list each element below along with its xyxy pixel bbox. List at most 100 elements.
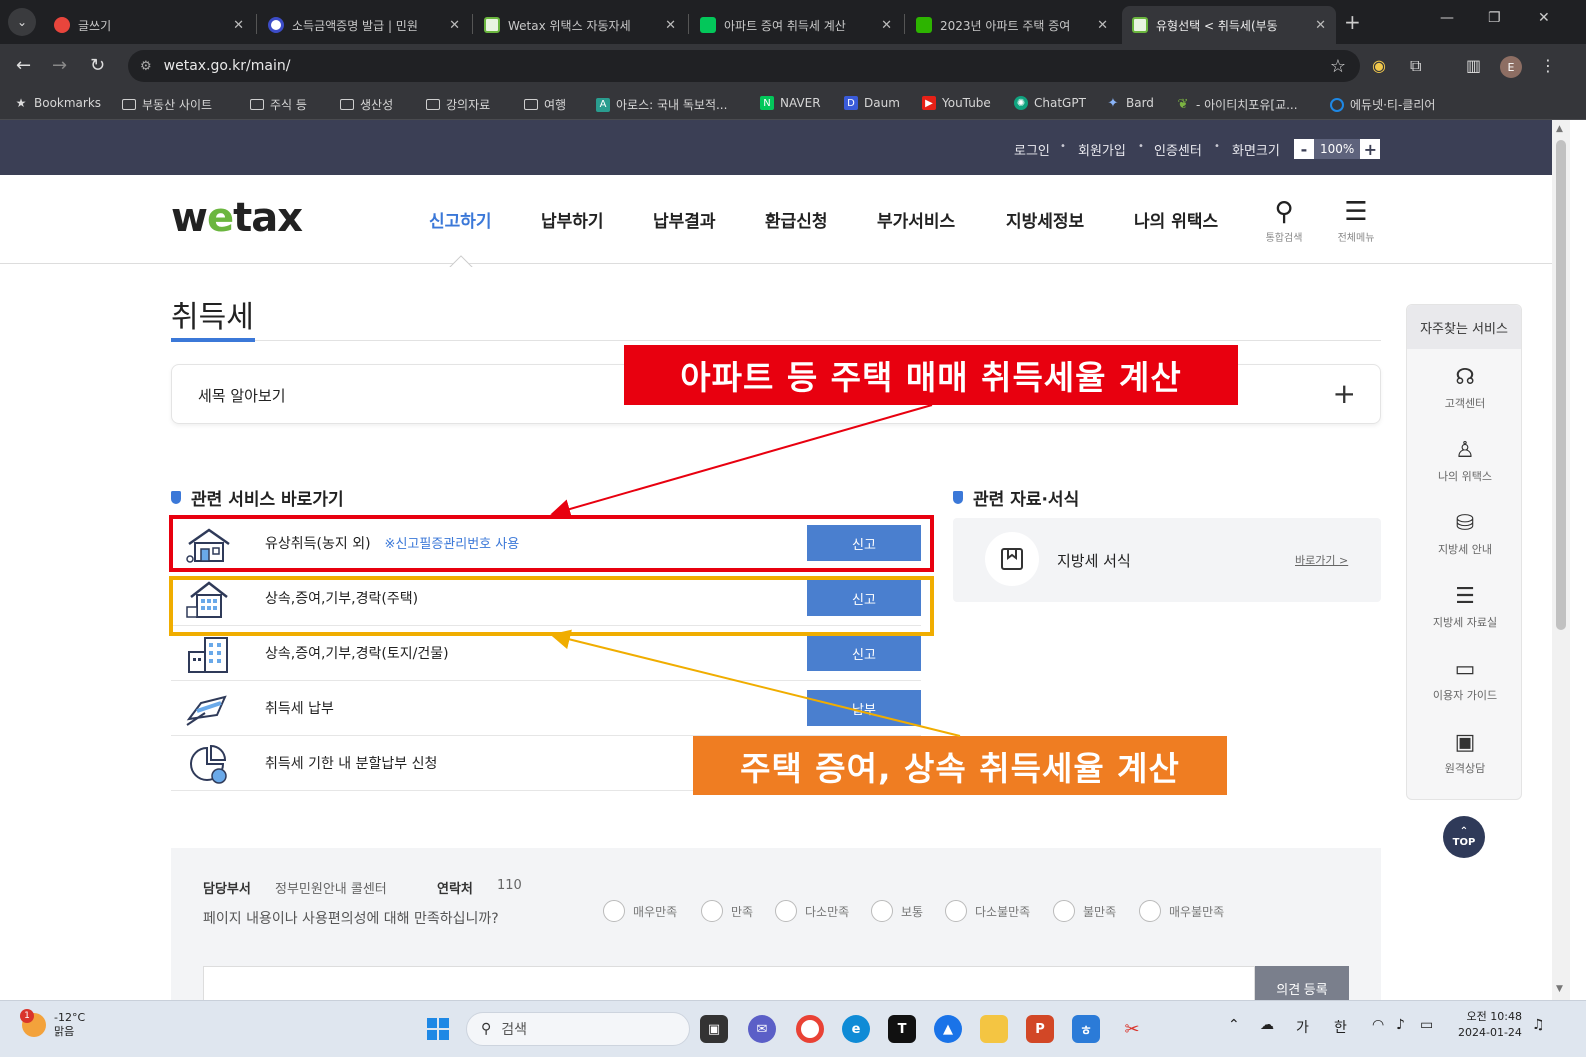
quick-local-tax-guide[interactable]: ⛁ 지방세 안내 <box>1407 511 1523 557</box>
app-a-icon[interactable]: ▲ <box>934 1015 962 1043</box>
bookmark-item[interactable]: ✦ Bard <box>1106 96 1154 111</box>
restore-icon[interactable]: ❐ <box>1488 10 1501 26</box>
scrollbar-thumb[interactable] <box>1556 140 1566 630</box>
extensions-puzzle-icon[interactable]: ⧉ <box>1410 56 1421 76</box>
site-info-icon[interactable]: ⚙ <box>140 59 152 74</box>
bookmark-item[interactable]: ★ Bookmarks <box>14 96 101 110</box>
nav-refund[interactable]: 환급신청 <box>765 207 828 232</box>
windows-start-icon[interactable] <box>424 1015 452 1043</box>
browser-tab[interactable]: 아파트 증여 취득세 계산 ✕ <box>690 6 902 44</box>
plus-icon[interactable]: + <box>1333 377 1356 410</box>
back-arrow-icon[interactable]: ← <box>16 55 31 76</box>
feedback-textarea[interactable] <box>203 966 1255 1000</box>
close-icon[interactable]: ✕ <box>449 18 460 33</box>
nav-extra-services[interactable]: 부가서비스 <box>877 207 955 232</box>
task-view-icon[interactable]: ▣ <box>700 1015 728 1043</box>
quick-remote-consult[interactable]: ▣ 원격상담 <box>1407 730 1523 776</box>
nav-report[interactable]: 신고하기 <box>429 207 492 232</box>
radio-somewhat-satisfied[interactable]: 다소만족 <box>775 900 849 922</box>
bookmark-item[interactable]: ✺ ChatGPT <box>1014 96 1086 110</box>
zoom-out-button[interactable]: - <box>1294 139 1314 159</box>
scroll-top-button[interactable]: ⌃ TOP <box>1443 816 1485 858</box>
taskbar-search-box[interactable]: ⚲ 검색 <box>466 1012 690 1046</box>
weather-widget[interactable]: 1 -12°C 맑음 <box>20 1009 85 1039</box>
submit-feedback-button[interactable]: 의견 등록 <box>1255 966 1349 1000</box>
goto-link[interactable]: 바로가기 > <box>1295 552 1348 568</box>
radio-somewhat-dissatisfied[interactable]: 다소불만족 <box>945 900 1030 922</box>
system-clock[interactable]: 오전 10:48 2024-01-24 <box>1458 1009 1522 1041</box>
powerpoint-icon[interactable]: P <box>1026 1015 1054 1043</box>
close-icon[interactable]: ✕ <box>1097 18 1108 33</box>
bookmark-item[interactable]: ❦ - 아이티치포유[교... <box>1176 96 1298 113</box>
scroll-down-icon[interactable]: ▼ <box>1556 984 1563 994</box>
teams-chat-icon[interactable]: ✉ <box>748 1015 776 1043</box>
radio-neutral[interactable]: 보통 <box>871 900 923 922</box>
quick-customer-center[interactable]: ☊ 고객센터 <box>1407 365 1523 411</box>
hangul-word-icon[interactable]: ㅎ <box>1072 1015 1100 1043</box>
radio-very-satisfied[interactable]: 매우만족 <box>603 900 677 922</box>
radio-dissatisfied[interactable]: 불만족 <box>1053 900 1116 922</box>
edge-icon[interactable]: e <box>842 1015 870 1043</box>
browser-tab[interactable]: 글쓰기 ✕ <box>44 6 254 44</box>
kebab-menu-icon[interactable]: ⋮ <box>1540 56 1556 75</box>
typora-icon[interactable]: T <box>888 1015 916 1043</box>
address-bar[interactable]: ⚙ wetax.go.kr/main/ ☆ <box>128 50 1360 82</box>
battery-icon[interactable]: ▭ <box>1420 1017 1433 1033</box>
browser-tab[interactable]: 2023년 아파트 주택 증여 ✕ <box>906 6 1118 44</box>
nav-my-wetax[interactable]: 나의 위택스 <box>1134 207 1218 232</box>
bookmark-item[interactable]: A 아로스: 국내 독보적... <box>596 96 727 113</box>
radio-very-dissatisfied[interactable]: 매우불만족 <box>1139 900 1224 922</box>
window-close-icon[interactable]: ✕ <box>1538 10 1550 26</box>
ime-language[interactable]: 한 <box>1334 1017 1347 1037</box>
bookmark-folder[interactable]: 여행 <box>524 96 566 113</box>
all-menu-button[interactable]: ☰ 전체메뉴 <box>1326 197 1386 244</box>
extension-icon[interactable]: ◉ <box>1372 56 1386 75</box>
search-button[interactable]: ⚲ 통합검색 <box>1254 197 1314 244</box>
bookmark-item[interactable]: D Daum <box>844 96 900 110</box>
new-tab-button[interactable]: + <box>1344 10 1361 34</box>
report-button[interactable]: 신고 <box>807 635 921 671</box>
profile-avatar[interactable]: E <box>1500 56 1522 78</box>
notification-bell-icon[interactable]: ♫ <box>1532 1017 1545 1033</box>
bookmark-folder[interactable]: 강의자료 <box>426 96 490 113</box>
scroll-up-icon[interactable]: ▲ <box>1556 124 1563 134</box>
nav-pay[interactable]: 납부하기 <box>541 207 604 232</box>
page-scrollbar[interactable]: ▲ ▼ <box>1552 120 1570 1000</box>
close-icon[interactable]: ✕ <box>233 18 244 33</box>
bookmark-item[interactable]: N NAVER <box>760 96 821 110</box>
quick-local-tax-library[interactable]: ☰ 지방세 자료실 <box>1407 584 1523 630</box>
file-explorer-icon[interactable] <box>980 1015 1008 1043</box>
tray-chevron-icon[interactable]: ⌃ <box>1228 1017 1240 1033</box>
snipping-tool-icon[interactable]: ✂ <box>1118 1015 1146 1043</box>
browser-tab[interactable]: Wetax 위택스 자동자세 ✕ <box>474 6 686 44</box>
browser-tab[interactable]: 소득금액증명 발급 | 민원 ✕ <box>258 6 470 44</box>
quick-my-wetax[interactable]: ♙ 나의 위택스 <box>1407 438 1523 484</box>
quick-user-guide[interactable]: ▭ 이용자 가이드 <box>1407 657 1523 703</box>
close-icon[interactable]: ✕ <box>881 18 892 33</box>
bookmark-folder[interactable]: 부동산 사이트 <box>122 96 212 113</box>
cert-center-link[interactable]: 인증센터 <box>1154 140 1202 159</box>
nav-local-tax-info[interactable]: 지방세정보 <box>1006 207 1084 232</box>
close-icon[interactable]: ✕ <box>1315 18 1326 33</box>
zoom-in-button[interactable]: + <box>1360 139 1381 159</box>
bookmark-folder[interactable]: 주식 등 <box>250 96 307 113</box>
local-tax-forms-card[interactable]: 지방세 서식 바로가기 > <box>953 518 1381 602</box>
pay-button[interactable]: 납부 <box>807 690 921 726</box>
nav-pay-result[interactable]: 납부결과 <box>653 207 716 232</box>
tab-search-button[interactable]: ⌄ <box>8 8 36 36</box>
bookmark-item[interactable]: 에듀넷·티-클리어 <box>1330 96 1435 113</box>
side-panel-icon[interactable]: ▥ <box>1466 56 1481 75</box>
close-icon[interactable]: ✕ <box>665 18 676 33</box>
volume-icon[interactable]: ♪ <box>1396 1017 1405 1033</box>
reload-icon[interactable]: ↻ <box>90 55 105 76</box>
wifi-icon[interactable]: ◠ <box>1372 1017 1384 1033</box>
wetax-logo[interactable]: wetax <box>171 195 303 241</box>
radio-satisfied[interactable]: 만족 <box>701 900 753 922</box>
forward-arrow-icon[interactable]: → <box>52 55 67 76</box>
browser-tab-active[interactable]: 유형선택 < 취득세(부동 ✕ <box>1122 6 1336 44</box>
ime-mode[interactable]: 가 <box>1296 1017 1309 1037</box>
chrome-icon[interactable] <box>796 1015 824 1043</box>
onedrive-cloud-icon[interactable]: ☁ <box>1260 1017 1274 1033</box>
bookmark-folder[interactable]: 생산성 <box>340 96 393 113</box>
login-link[interactable]: 로그인 <box>1014 140 1050 159</box>
